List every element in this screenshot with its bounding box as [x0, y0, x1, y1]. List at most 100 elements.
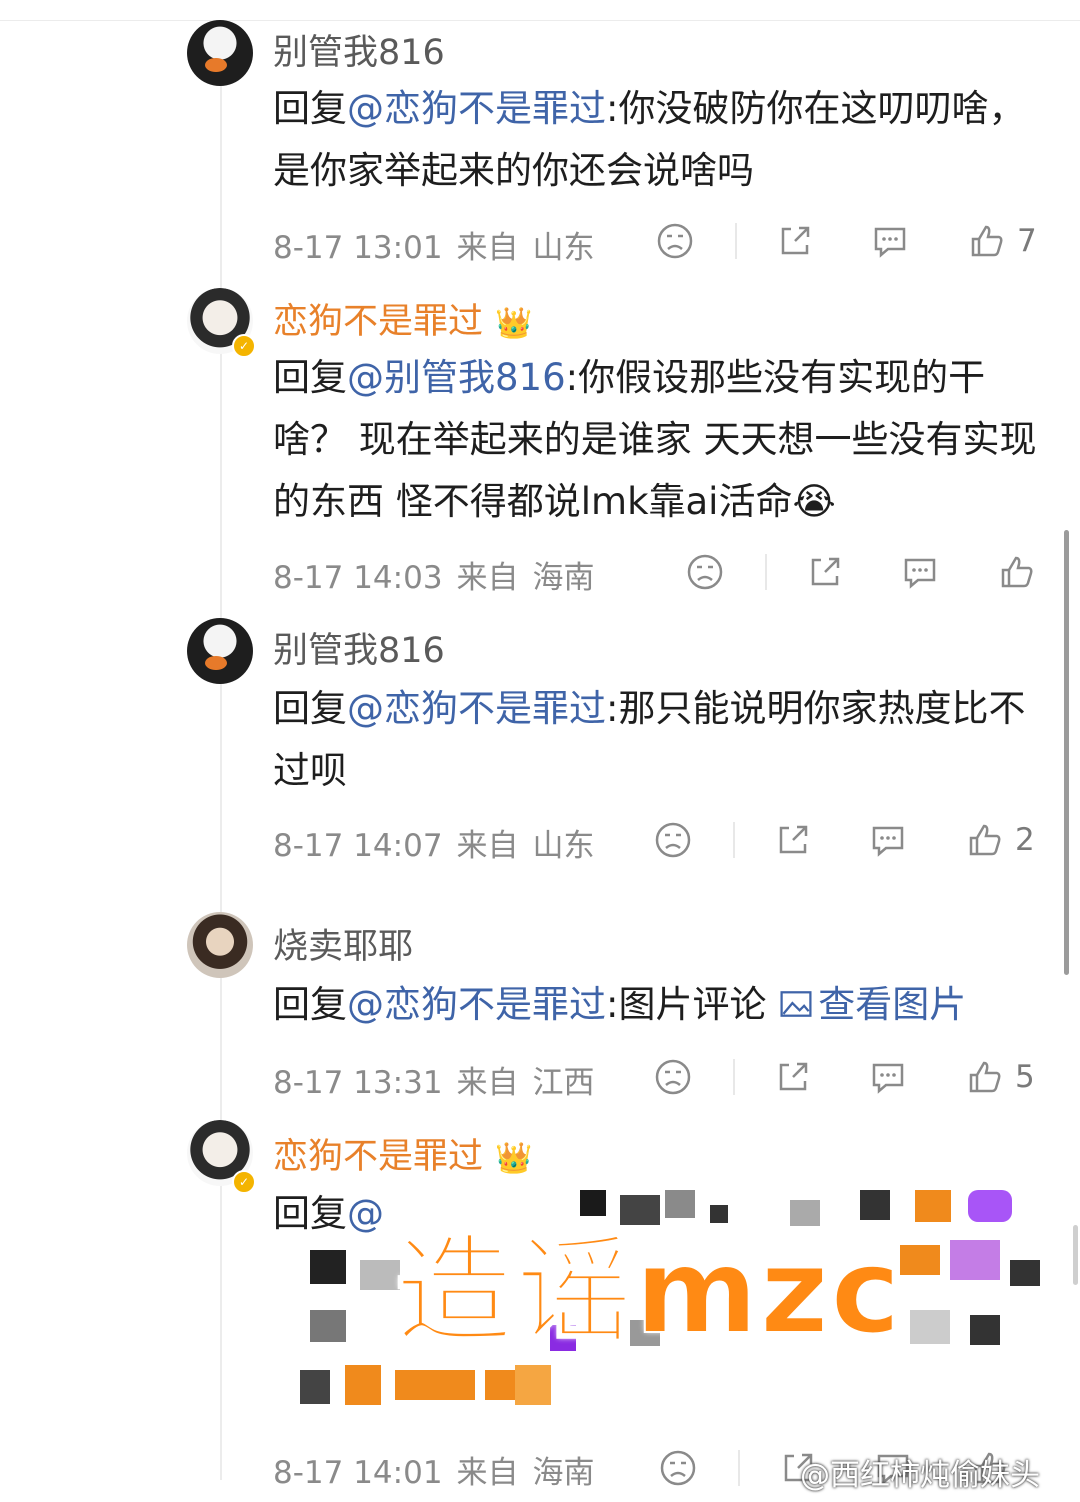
comment-author[interactable]: 别管我816 [273, 622, 445, 673]
dislike-icon [657, 223, 693, 259]
comment-meta: 8-17 13:31 来自 江西 [273, 1057, 609, 1102]
view-image-label: 查看图片 [818, 983, 967, 1026]
avatar[interactable] [187, 912, 253, 978]
comment-location: 海南 [532, 1455, 595, 1491]
dislike-icon [687, 554, 723, 590]
verified-badge-icon: ✓ [232, 334, 256, 358]
divider [733, 822, 735, 858]
reply-button[interactable] [868, 1055, 908, 1099]
like-icon [969, 1061, 1001, 1093]
comment-location: 江西 [532, 1065, 595, 1101]
mention-link[interactable]: @恋狗不是罪过 [347, 983, 606, 1026]
share-button[interactable] [775, 219, 815, 263]
comment-author[interactable]: 恋狗不是罪过 👑 [273, 1128, 532, 1179]
divider [738, 1450, 740, 1486]
comment-icon [872, 1063, 904, 1094]
reply-button[interactable] [870, 219, 910, 263]
mention-link[interactable]: @别管我816 [347, 356, 566, 399]
comment-time: 8-17 13:01 [273, 230, 443, 266]
dislike-button[interactable] [655, 219, 695, 263]
image-icon [780, 991, 812, 1017]
mention-link[interactable]: @恋狗不是罪过 [347, 687, 606, 730]
like-icon [971, 225, 1003, 257]
comment-time: 8-17 13:31 [273, 1065, 443, 1101]
dislike-button[interactable] [653, 818, 693, 862]
comment-meta: 8-17 14:01 来自 海南 [273, 1447, 609, 1492]
share-icon [781, 226, 810, 255]
comment-meta: 8-17 14:03 来自 海南 [273, 552, 609, 597]
reply-prefix: 回复 [273, 87, 347, 130]
scrollbar[interactable] [1064, 530, 1069, 975]
comment-text: 回复@恋狗不是罪过:图片评论 查看图片 [273, 974, 1063, 1036]
divider [765, 554, 767, 590]
comment-actions [685, 550, 1075, 594]
comment-icon [904, 558, 936, 589]
mention-link[interactable]: @恋狗不是罪过 [347, 87, 606, 130]
share-icon [779, 825, 808, 854]
share-icon [811, 557, 840, 586]
author-name: 恋狗不是罪过 [273, 1137, 484, 1177]
comment-location: 山东 [532, 828, 595, 864]
like-count: 7 [1017, 223, 1037, 259]
from-label: 来自 [456, 560, 519, 596]
share-button[interactable] [773, 1055, 813, 1099]
comment-location: 海南 [532, 560, 595, 596]
avatar[interactable] [187, 618, 253, 684]
like-button[interactable]: 7 [967, 219, 1037, 263]
verified-badge-icon: ✓ [232, 1170, 256, 1194]
comment-meta: 8-17 14:07 来自 山东 [273, 820, 609, 865]
overlay-stamp: 造谣mzc [394, 1221, 903, 1361]
dislike-icon [655, 1059, 691, 1095]
author-name: 恋狗不是罪过 [273, 302, 484, 342]
comment-text: 回复@恋狗不是罪过:那只能说明你家热度比不过呗 [273, 678, 1043, 802]
comment-text: 回复@别管我816:你假设那些没有实现的干啥？ 现在举起来的是谁家 天天想一些没… [273, 347, 1043, 533]
from-label: 来自 [456, 828, 519, 864]
like-button[interactable]: 2 [965, 818, 1035, 862]
reply-button[interactable] [868, 818, 908, 862]
avatar[interactable] [187, 20, 253, 86]
comment-actions: 7 [655, 219, 1045, 263]
comment-actions: 5 [653, 1055, 1043, 1099]
share-icon [779, 1062, 808, 1091]
dislike-button[interactable] [658, 1446, 698, 1490]
comment-icon [874, 227, 906, 258]
comment-meta: 8-17 13:01 来自 山东 [273, 222, 609, 267]
dislike-button[interactable] [685, 550, 725, 594]
divider [735, 223, 737, 259]
comment-time: 8-17 14:07 [273, 828, 443, 864]
like-icon [969, 824, 1001, 856]
comment-location: 山东 [532, 230, 595, 266]
like-button[interactable] [997, 550, 1047, 594]
comment-text: 回复@恋狗不是罪过:你没破防你在这叨叨啥，是你家举起来的你还会说啥吗 [273, 78, 1043, 202]
dislike-icon [655, 822, 691, 858]
divider [733, 1059, 735, 1095]
top-divider [0, 0, 1080, 21]
comment-icon [872, 826, 904, 857]
dislike-icon [660, 1450, 696, 1486]
from-label: 来自 [456, 1065, 519, 1101]
comment-author[interactable]: 烧卖耶耶 [273, 918, 413, 969]
like-count: 2 [1015, 822, 1035, 858]
like-button[interactable]: 5 [965, 1055, 1035, 1099]
comment-author[interactable]: 别管我816 [273, 24, 445, 75]
comment-time: 8-17 14:03 [273, 560, 443, 596]
reply-prefix: 回复 [273, 983, 347, 1026]
comment-author[interactable]: 恋狗不是罪过 👑 [273, 293, 532, 344]
dislike-button[interactable] [653, 1055, 693, 1099]
reply-text: :图片评论 [606, 983, 779, 1026]
comment-time: 8-17 14:01 [273, 1455, 443, 1491]
like-icon [1001, 556, 1033, 588]
view-image-link[interactable]: 查看图片 [778, 983, 966, 1026]
crown-badge-icon: 👑 [495, 306, 533, 341]
share-button[interactable] [805, 550, 845, 594]
from-label: 来自 [456, 1455, 519, 1491]
share-button[interactable] [773, 818, 813, 862]
crown-badge-icon: 👑 [495, 1141, 533, 1176]
reply-prefix: 回复 [273, 356, 347, 399]
scrollbar-secondary [1073, 1225, 1078, 1285]
from-label: 来自 [456, 230, 519, 266]
reply-button[interactable] [900, 550, 940, 594]
like-count: 5 [1015, 1059, 1035, 1095]
watermark: @西红柿炖偷妹头 [800, 1458, 1040, 1493]
reply-prefix: 回复 [273, 687, 347, 730]
